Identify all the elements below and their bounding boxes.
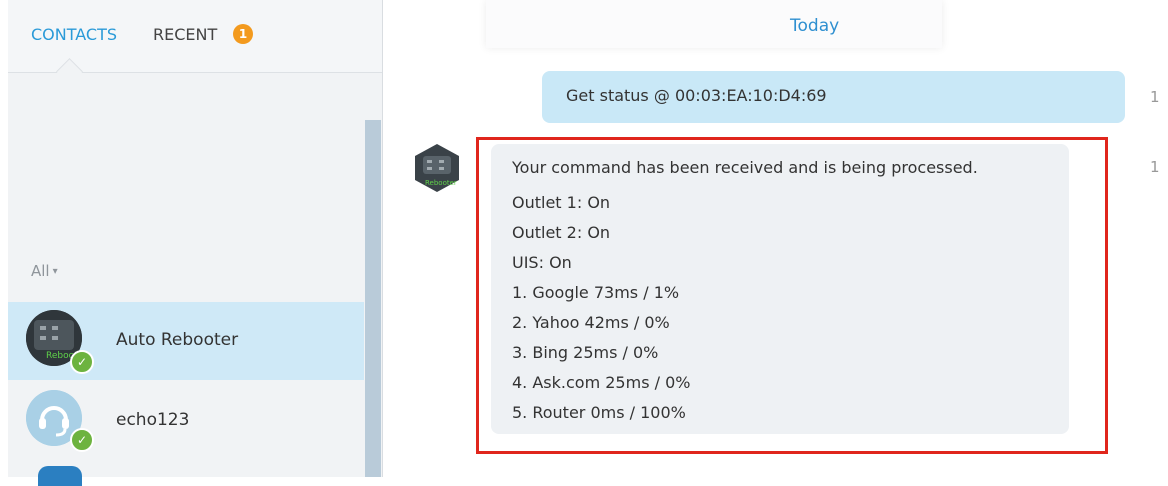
message-timestamp: 1	[1150, 158, 1160, 176]
filter-label: All	[31, 262, 50, 280]
tab-contacts[interactable]: CONTACTS	[31, 25, 117, 44]
scrollbar[interactable]	[365, 120, 381, 477]
message-text: Get status @ 00:03:EA:10:D4:69	[566, 86, 827, 105]
contact-name: Auto Rebooter	[116, 330, 239, 350]
panel-edge	[0, 0, 8, 477]
avatar	[38, 466, 82, 486]
check-icon: ✓	[70, 428, 94, 452]
date-label: Today	[790, 16, 840, 36]
contact-item-echo123[interactable]: ✓ echo123	[8, 382, 364, 460]
contacts-panel: CONTACTS RECENT 1 All▾ Rebooter ✓ Auto R…	[0, 0, 383, 486]
avatar: Rebooter	[415, 144, 459, 192]
avatar-text: Rebooter	[425, 179, 457, 187]
contact-item-auto-rebooter[interactable]: Rebooter ✓ Auto Rebooter	[8, 302, 364, 380]
outgoing-message[interactable]: Get status @ 00:03:EA:10:D4:69	[542, 71, 1125, 123]
highlight-box	[476, 137, 1108, 454]
contact-name: echo123	[116, 410, 190, 430]
chevron-down-icon: ▾	[52, 266, 58, 277]
check-icon: ✓	[70, 350, 94, 374]
contact-filter-dropdown[interactable]: All ▾	[31, 262, 58, 280]
recent-count-badge: 1	[233, 24, 253, 44]
tab-recent[interactable]: RECENT	[153, 25, 217, 44]
date-separator: Today	[486, 0, 942, 48]
message-timestamp: 1	[1150, 88, 1160, 106]
